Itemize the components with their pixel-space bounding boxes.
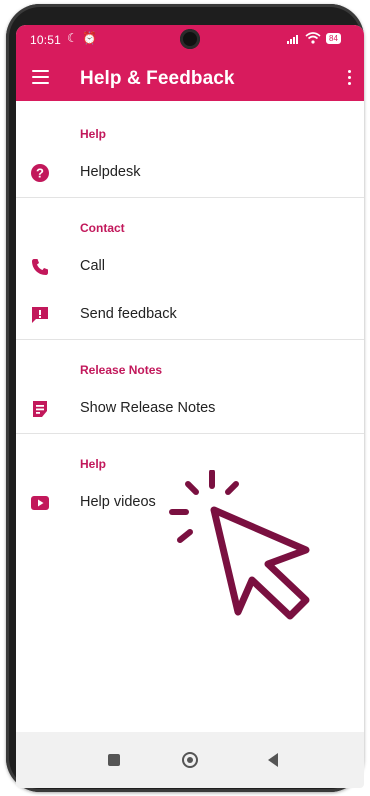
back-icon[interactable] xyxy=(266,752,280,768)
item-label: Help videos xyxy=(80,494,156,510)
item-label: Show Release Notes xyxy=(80,400,216,416)
divider xyxy=(16,339,364,340)
divider xyxy=(16,197,364,198)
video-icon xyxy=(31,496,49,510)
list-item-show-release-notes[interactable]: Show Release Notes xyxy=(16,387,364,431)
item-label: Helpdesk xyxy=(80,164,141,180)
system-nav-bar xyxy=(16,732,364,788)
alarm-icon: ⏰ xyxy=(82,31,97,45)
status-time: 10:51 xyxy=(30,33,62,47)
cursor-click-icon xyxy=(169,470,310,620)
section-header-help: Help xyxy=(80,127,107,141)
list-item-helpdesk[interactable]: ? Helpdesk xyxy=(16,151,364,195)
moon-icon: ☾ xyxy=(67,31,78,45)
list-item-send-feedback[interactable]: Send feedback xyxy=(16,293,364,337)
help-circle-icon: ? xyxy=(31,164,49,182)
battery-icon: 84 xyxy=(326,33,341,44)
svg-text:?: ? xyxy=(36,166,44,181)
section-header-help-videos: Help xyxy=(80,457,107,471)
recents-icon[interactable] xyxy=(108,754,120,766)
signal-icon xyxy=(287,35,298,44)
divider xyxy=(16,433,364,434)
screen: 10:51 ☾ ⏰ 84 Help & Feedback Help ? Help… xyxy=(16,25,364,788)
phone-icon xyxy=(32,259,48,275)
section-header-release-notes: Release Notes xyxy=(80,363,163,377)
section-header-contact: Contact xyxy=(80,221,125,235)
list-item-call[interactable]: Call xyxy=(16,245,364,289)
more-options-icon[interactable] xyxy=(348,70,352,86)
app-bar: Help & Feedback xyxy=(16,55,364,101)
release-notes-icon xyxy=(33,401,47,417)
item-label: Send feedback xyxy=(80,306,177,322)
feedback-icon xyxy=(32,307,48,323)
wifi-icon xyxy=(305,32,321,44)
status-bar: 10:51 ☾ ⏰ 84 xyxy=(16,25,364,55)
page-title: Help & Feedback xyxy=(80,68,235,89)
menu-icon[interactable] xyxy=(32,70,49,84)
home-icon[interactable] xyxy=(182,752,198,768)
item-label: Call xyxy=(80,258,105,274)
front-camera xyxy=(180,29,200,49)
